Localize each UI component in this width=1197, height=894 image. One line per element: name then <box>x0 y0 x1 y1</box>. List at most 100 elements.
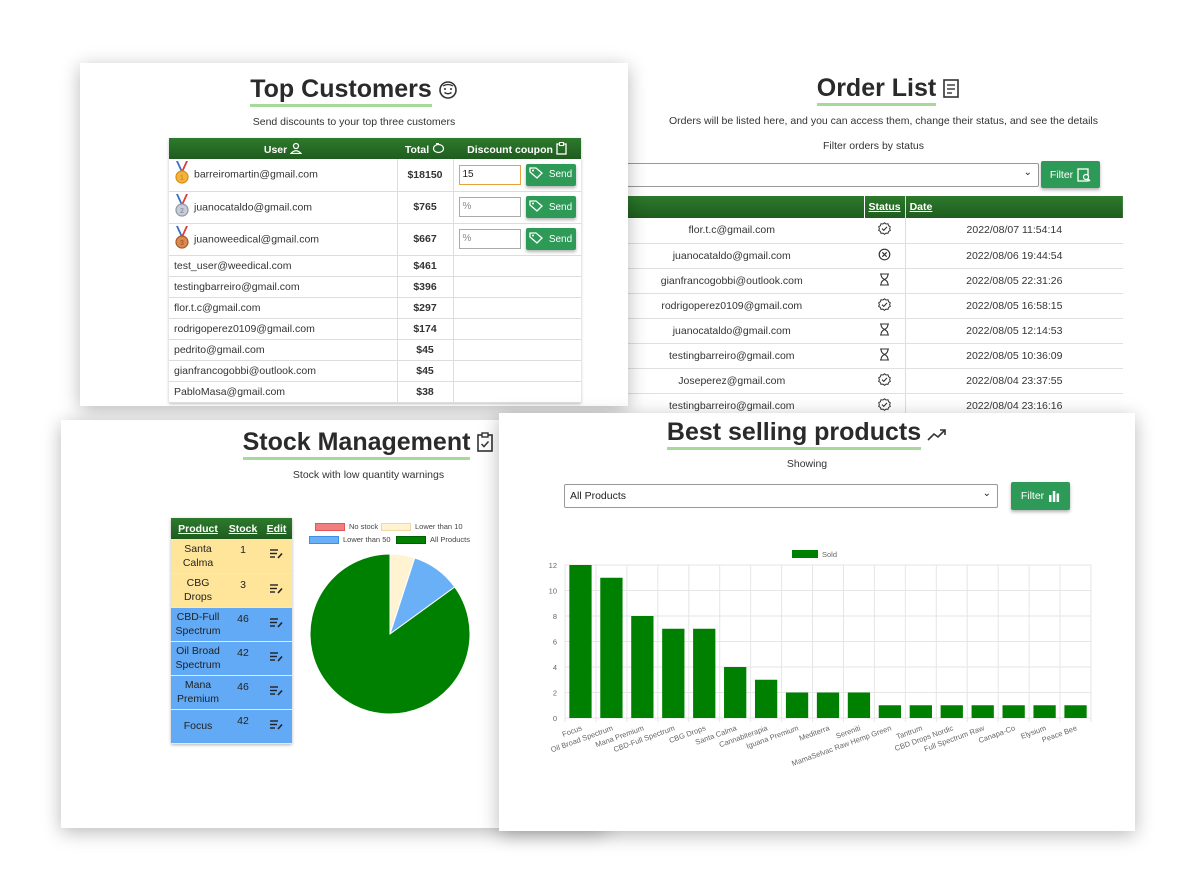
bar[interactable] <box>909 705 932 718</box>
order-row[interactable]: juanocataldo@gmail.com 2022/08/06 19:44:5… <box>600 243 1123 269</box>
silver-medal-icon: 2 <box>174 193 190 221</box>
bar[interactable] <box>754 679 778 718</box>
bar[interactable] <box>600 577 623 718</box>
status-select[interactable]: tus ⌄ <box>600 163 1039 187</box>
order-status-cell[interactable] <box>863 393 906 414</box>
edit-stock-button[interactable] <box>261 641 292 676</box>
customer-user: PabloMasa@gmail.com <box>169 381 397 403</box>
bar[interactable] <box>1064 705 1087 718</box>
bar[interactable] <box>940 705 963 718</box>
order-user: rodrigoperez0109@gmail.com <box>600 293 864 319</box>
svg-text:3: 3 <box>180 240 184 247</box>
coupon-cell <box>453 276 581 298</box>
order-row[interactable]: juanocataldo@gmail.com 2022/08/05 12:14:5… <box>600 318 1123 344</box>
order-status-cell[interactable] <box>863 243 906 269</box>
clipboard-check-icon <box>477 432 494 452</box>
send-coupon-button[interactable]: Send <box>525 163 576 186</box>
customer-row: pedrito@gmail.com $45 <box>169 339 581 361</box>
bar[interactable] <box>847 692 871 719</box>
best-selling-title: Best selling products <box>499 418 1135 450</box>
customer-row: 1 barreiromartin@gmail.com $18150 15 Send <box>169 159 581 192</box>
legend-lower-than-50[interactable]: Lower than 50 <box>309 535 391 544</box>
order-row[interactable]: gianfrancogobbi@outlook.com 2022/08/05 22… <box>600 268 1123 294</box>
order-filter-label: Filter orders by status <box>823 140 924 152</box>
edit-list-icon[interactable] <box>270 651 283 665</box>
stock-row: CBD-Full Spectrum 46 <box>171 607 292 642</box>
edit-stock-button[interactable] <box>261 539 292 574</box>
customer-total: $461 <box>396 255 454 277</box>
hourglass-icon[interactable] <box>879 322 890 339</box>
col-user[interactable]: r <box>600 196 864 218</box>
y-tick-label: 6 <box>553 638 557 647</box>
order-row[interactable]: testingbarreiro@gmail.com 2022/08/05 10:3… <box>600 343 1123 369</box>
legend-lower-than-10[interactable]: Lower than 10 <box>381 522 463 531</box>
bar[interactable] <box>785 692 809 719</box>
edit-list-icon[interactable] <box>270 617 283 631</box>
send-coupon-button[interactable]: Send <box>525 196 576 218</box>
bar[interactable] <box>631 616 654 718</box>
edit-list-icon[interactable] <box>270 549 283 562</box>
bar[interactable] <box>1033 705 1056 718</box>
hourglass-icon[interactable] <box>879 347 890 364</box>
order-row[interactable]: testingbarreiro@gmail.com 2022/08/04 23:1… <box>600 393 1123 414</box>
customer-total: $45 <box>396 360 454 382</box>
order-row[interactable]: flor.t.c@gmail.com 2022/08/07 11:54:14 <box>600 218 1123 244</box>
legend-no-stock[interactable]: No stock <box>315 522 378 531</box>
edit-stock-button[interactable] <box>261 573 292 608</box>
check-badge-icon[interactable] <box>878 397 891 414</box>
y-tick-label: 12 <box>549 561 557 570</box>
customer-user: rodrigoperez0109@gmail.com <box>169 318 397 340</box>
send-coupon-button[interactable]: Send <box>525 228 576 250</box>
order-filter-button[interactable]: Filter <box>1041 161 1100 188</box>
edit-list-icon[interactable] <box>270 685 283 699</box>
stock-table: Product Stock Edit Santa Calma 1 CBG Drops… <box>171 518 292 744</box>
check-badge-icon[interactable] <box>878 297 891 314</box>
bar[interactable] <box>724 667 747 718</box>
product-select[interactable]: All Products ⌄ <box>564 484 998 508</box>
order-date: 2022/08/05 12:14:53 <box>905 318 1123 344</box>
coupon-input[interactable]: 15 <box>458 164 521 185</box>
y-tick-label: 2 <box>553 689 557 698</box>
stock-row: CBG Drops 3 <box>171 573 292 608</box>
cancelled-icon[interactable] <box>878 248 891 264</box>
order-date: 2022/08/05 10:36:09 <box>905 343 1123 369</box>
bar[interactable] <box>569 565 592 718</box>
smiley-icon <box>438 81 457 99</box>
order-row[interactable]: rodrigoperez0109@gmail.com 2022/08/05 16:… <box>600 293 1123 319</box>
check-badge-icon[interactable] <box>878 222 891 238</box>
edit-stock-button[interactable] <box>261 709 292 744</box>
order-user: gianfrancogobbi@outlook.com <box>600 268 864 294</box>
x-tick-label: Mediterra <box>798 723 832 743</box>
coupon-input[interactable]: % <box>458 229 521 249</box>
order-status-cell[interactable] <box>863 268 906 294</box>
y-tick-label: 4 <box>553 663 557 672</box>
legend-all-products[interactable]: All Products <box>396 535 470 544</box>
edit-list-icon[interactable] <box>270 583 283 597</box>
order-status-cell[interactable] <box>863 218 906 244</box>
piggy-bank-icon <box>433 142 445 153</box>
coupon-input[interactable]: % <box>458 197 521 217</box>
order-status-cell[interactable] <box>863 293 906 319</box>
order-status-cell[interactable] <box>863 318 906 344</box>
col-status[interactable]: Status <box>863 196 906 218</box>
hourglass-icon[interactable] <box>879 272 890 289</box>
order-status-cell[interactable] <box>863 343 906 369</box>
col-product[interactable]: Product <box>171 518 225 539</box>
bar[interactable] <box>971 705 994 718</box>
bar[interactable] <box>662 628 685 718</box>
best-filter-button[interactable]: Filter <box>1011 482 1070 510</box>
col-stock[interactable]: Stock <box>225 518 261 539</box>
edit-stock-button[interactable] <box>261 607 292 642</box>
order-status-cell[interactable] <box>863 368 906 394</box>
order-row[interactable]: Joseperez@gmail.com 2022/08/04 23:37:55 <box>600 368 1123 394</box>
bar[interactable] <box>1002 705 1025 718</box>
bar[interactable] <box>816 692 840 719</box>
order-user: flor.t.c@gmail.com <box>600 218 864 244</box>
tag-icon <box>529 231 549 247</box>
edit-stock-button[interactable] <box>261 675 292 710</box>
check-badge-icon[interactable] <box>878 372 891 389</box>
col-date[interactable]: Date <box>905 196 1123 218</box>
edit-list-icon[interactable] <box>270 719 283 733</box>
bar[interactable] <box>693 628 716 718</box>
bar[interactable] <box>878 705 902 718</box>
